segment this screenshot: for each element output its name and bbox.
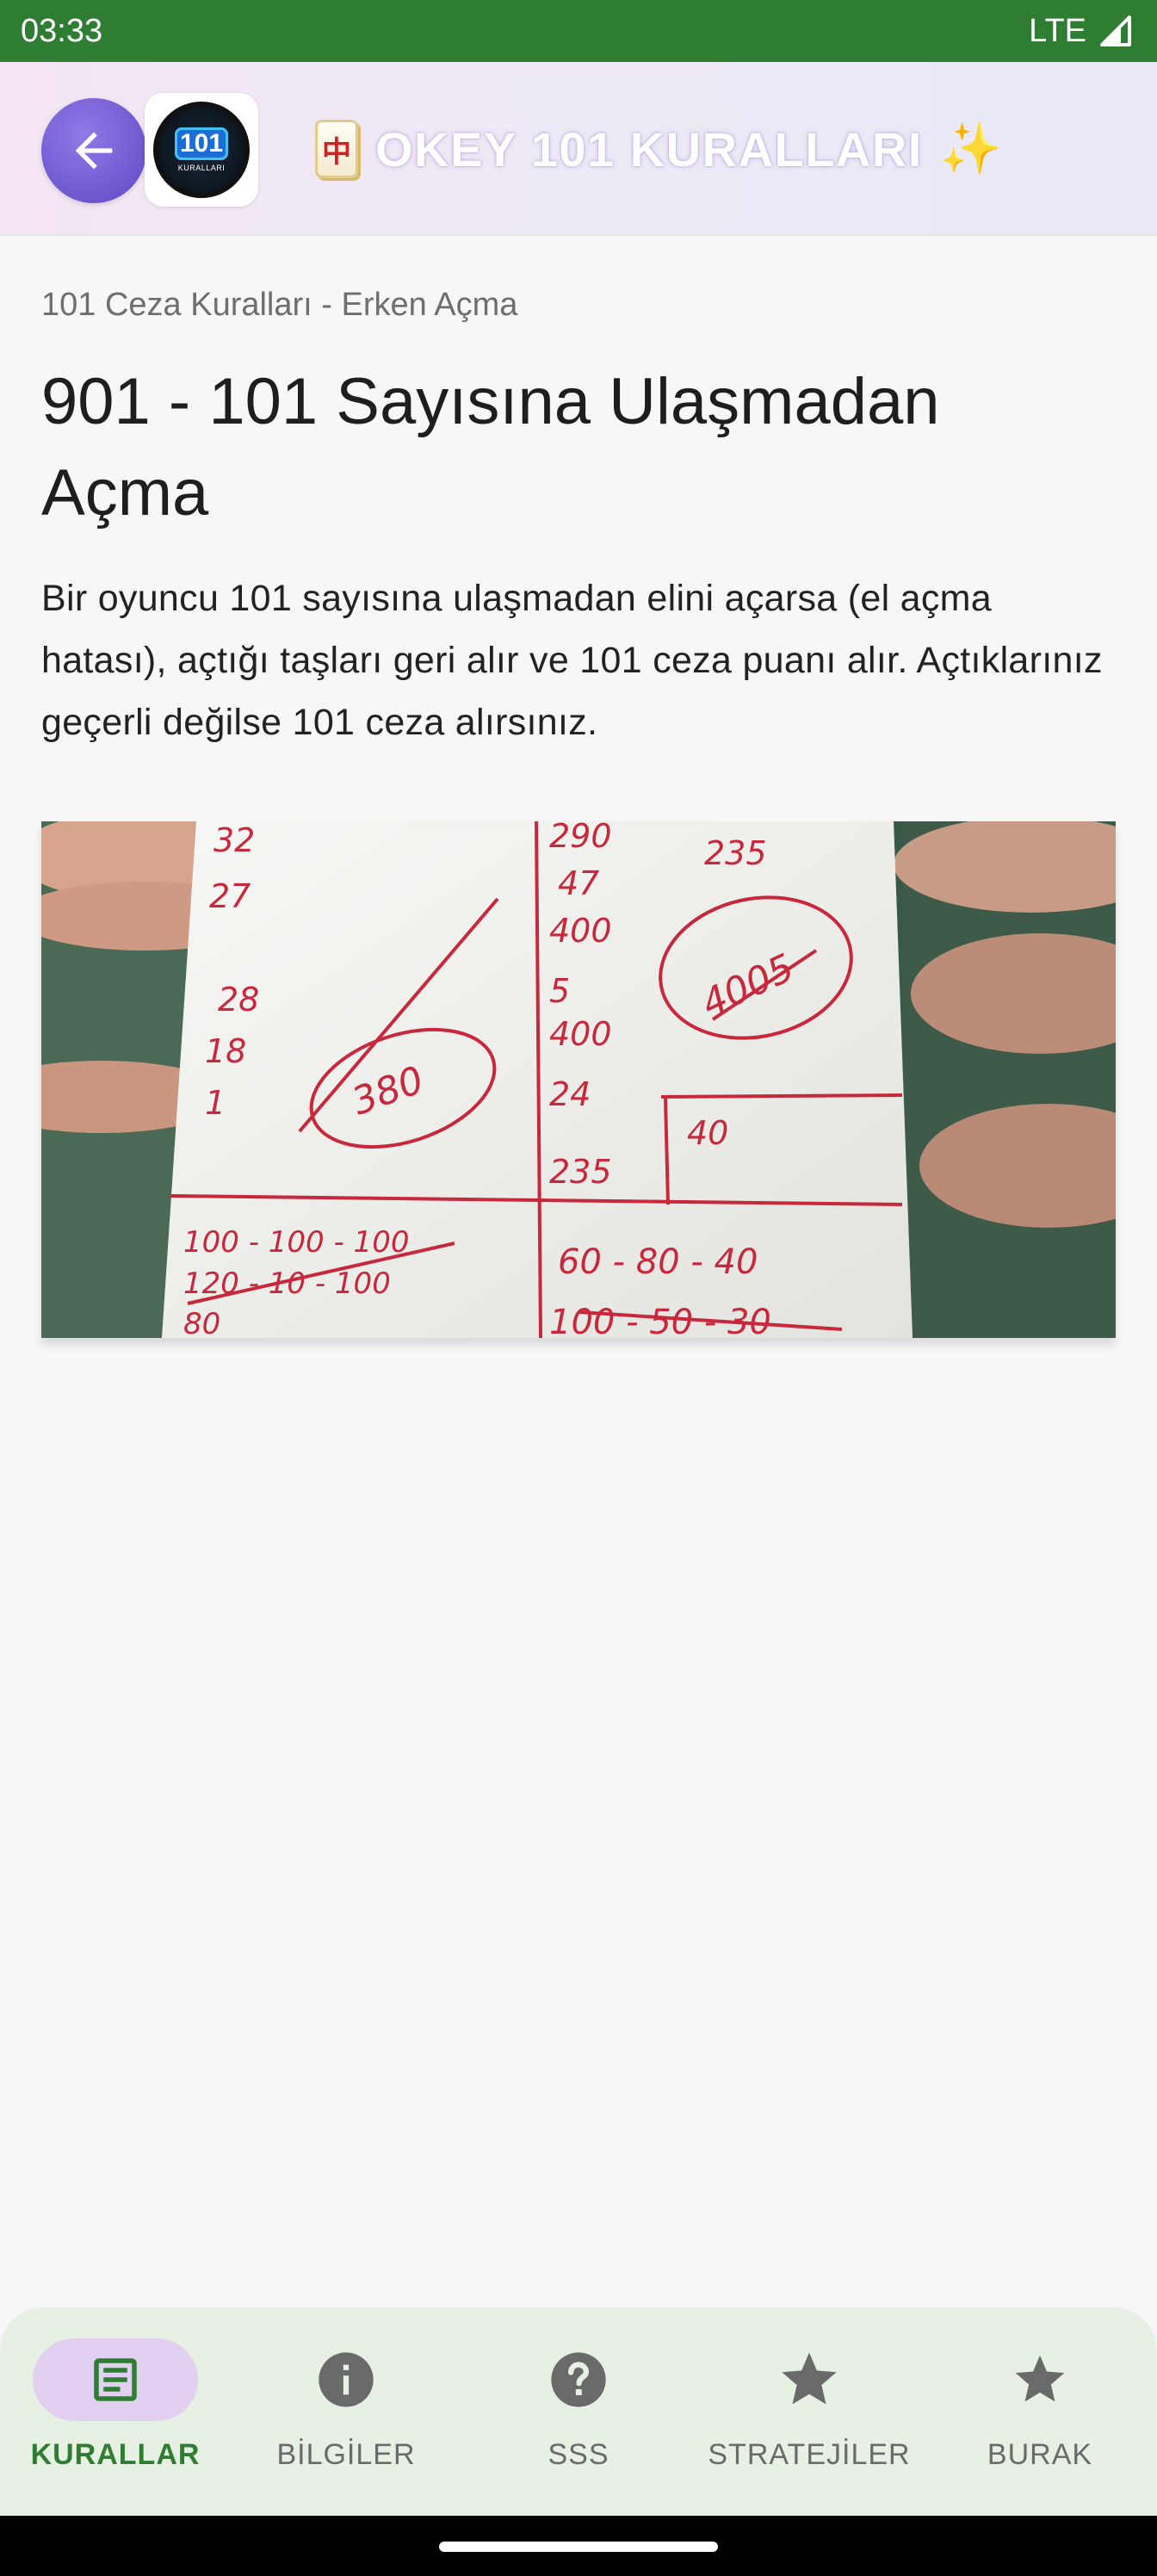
- nav-item-kurallar[interactable]: KURALLAR: [0, 2338, 231, 2493]
- nav-item-burak[interactable]: BURAK: [925, 2338, 1155, 2493]
- app-title-group: 中 OKEY 101 KURALLARI ✨: [315, 62, 1002, 236]
- nav-item-bilgiler[interactable]: BİLGİLER: [231, 2338, 461, 2493]
- nav-item-stratejiler[interactable]: STRATEJİLER: [694, 2338, 925, 2493]
- note-left-2: 27: [209, 877, 251, 915]
- mahjong-tile-icon: 中: [315, 120, 358, 178]
- note-bottom-right-1: 60 - 80 - 40: [558, 1242, 758, 1282]
- note-right-top: 235: [704, 834, 767, 872]
- score-sheet-photo: 32 27 28 18 1 380 290 47 400 5 400 24 23…: [41, 821, 1116, 1338]
- network-type: LTE: [1029, 12, 1086, 49]
- note-mid-7: 235: [549, 1153, 612, 1191]
- logo-subtext: KURALLARI: [177, 164, 226, 172]
- note-mid-2: 47: [558, 864, 599, 902]
- app-title: OKEY 101 KURALLARI: [375, 121, 923, 176]
- bottom-navigation: KURALLAR BİLGİLER SSS STRATEJİLER BURAK: [0, 2307, 1157, 2516]
- nav-pill: [957, 2338, 1123, 2421]
- signal-icon: [1100, 15, 1131, 46]
- sparkles-icon: ✨: [939, 121, 1003, 176]
- note-mid-3: 400: [549, 912, 612, 950]
- status-time: 03:33: [21, 12, 103, 49]
- star-icon: [782, 2352, 837, 2405]
- nav-item-sss[interactable]: SSS: [463, 2338, 694, 2493]
- status-right: LTE: [1029, 13, 1133, 50]
- note-left-1: 32: [213, 821, 255, 859]
- logo-number: 101: [174, 127, 229, 160]
- breadcrumb: 101 Ceza Kuralları - Erken Açma: [41, 287, 518, 323]
- note-bottom-left-3: 80: [183, 1307, 220, 1338]
- nav-pill: [727, 2338, 892, 2421]
- note-mid-6: 24: [549, 1075, 591, 1113]
- system-navigation-bar: [0, 2516, 1157, 2576]
- note-bottom-left-2: 120 - 10 - 100: [183, 1266, 391, 1301]
- nav-pill: [33, 2338, 198, 2421]
- nav-pill: [496, 2338, 661, 2421]
- note-left-3: 28: [218, 981, 259, 1019]
- nav-label-burak: BURAK: [987, 2438, 1093, 2471]
- nav-label-kurallar: KURALLAR: [30, 2438, 201, 2471]
- rule-description: Bir oyuncu 101 sayısına ulaşmadan elini …: [41, 578, 1103, 743]
- main-content: 101 Ceza Kuralları - Erken Açma 901 - 10…: [41, 236, 1116, 754]
- page-title: 901 - 101 Sayısına Ulaşmadan Açma: [41, 364, 940, 529]
- logo-badge: 101 KURALLARI: [153, 102, 250, 198]
- home-gesture-handle[interactable]: [439, 2542, 718, 2552]
- nav-label-sss: SSS: [548, 2438, 609, 2471]
- note-left-5: 1: [205, 1084, 226, 1122]
- back-button[interactable]: [41, 98, 146, 203]
- note-right-mid: 40: [687, 1114, 728, 1152]
- note-bottom-right-2: 100 - 50 - 30: [549, 1303, 771, 1338]
- app-logo: 101 KURALLARI: [145, 93, 258, 207]
- star-icon: [1015, 2355, 1065, 2402]
- help-icon: [551, 2352, 606, 2407]
- nav-pill: [263, 2338, 429, 2421]
- info-icon: [319, 2352, 374, 2407]
- note-mid-4: 5: [549, 972, 570, 1010]
- status-bar: 03:33 LTE: [0, 0, 1157, 62]
- note-mid-5: 400: [549, 1015, 612, 1053]
- article-icon: [94, 2358, 137, 2401]
- note-left-4: 18: [205, 1032, 246, 1070]
- nav-label-stratejiler: STRATEJİLER: [708, 2438, 911, 2471]
- nav-label-bilgiler: BİLGİLER: [276, 2438, 416, 2471]
- arrow-back-icon: [75, 132, 113, 170]
- note-bottom-left-1: 100 - 100 - 100: [183, 1225, 409, 1260]
- note-mid-1: 290: [549, 821, 612, 855]
